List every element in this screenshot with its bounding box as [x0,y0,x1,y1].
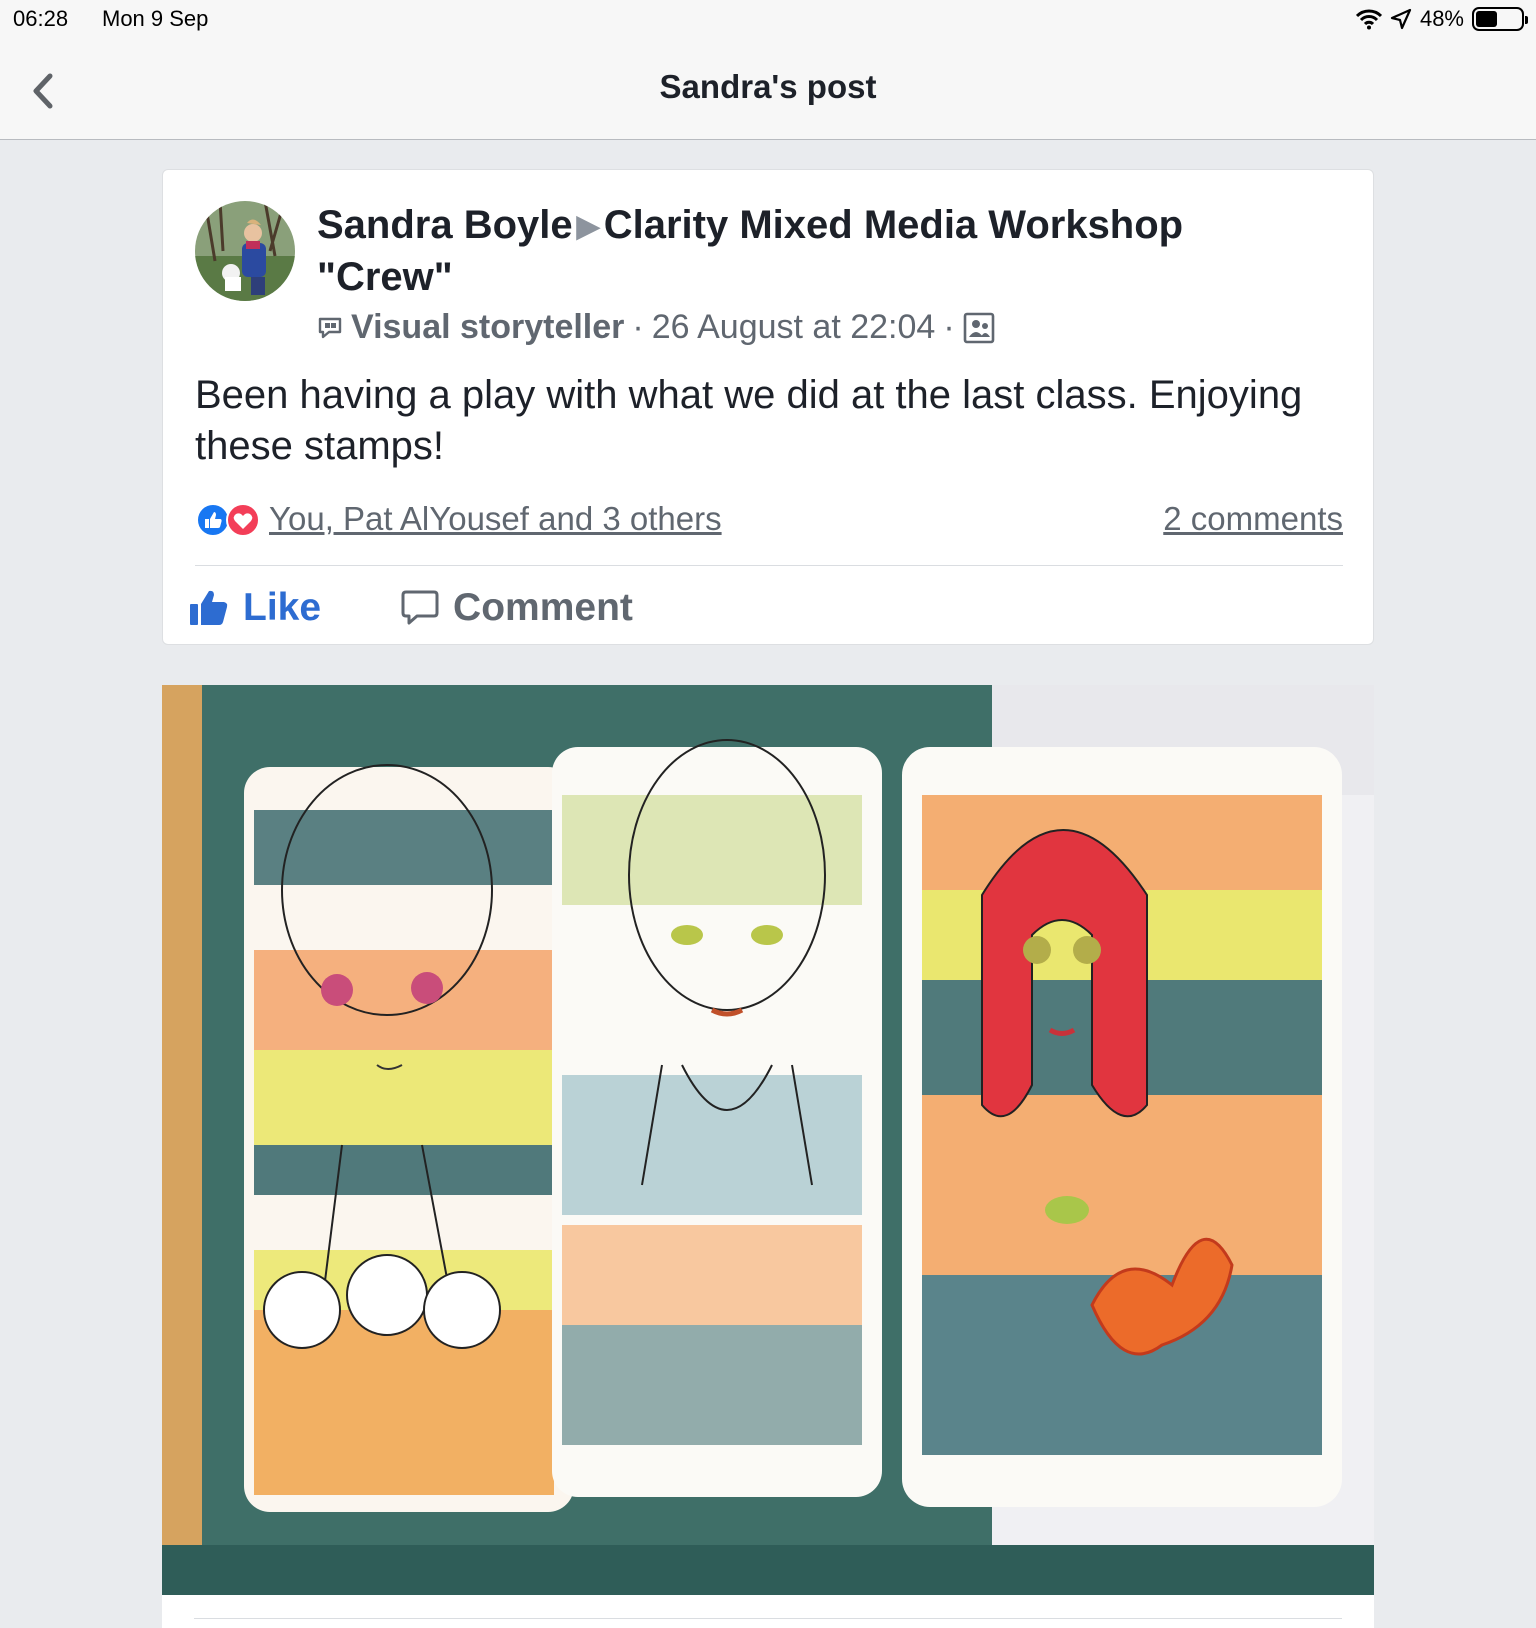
like-reaction-icon [196,503,230,537]
author-name[interactable]: Sandra Boyle [317,203,573,247]
location-arrow-icon [1390,8,1412,30]
divider [195,565,1343,566]
like-label: Like [243,586,322,629]
post-text: Been having a play with what we did at t… [195,373,1303,468]
badge-label[interactable]: Visual storyteller [351,308,624,347]
status-date: Mon 9 Sep [102,6,209,31]
post-photo[interactable] [162,685,1374,1595]
page-title: Sandra's post [659,68,877,105]
storyteller-badge-icon [318,317,342,338]
avatar-photo [195,201,295,301]
comment-bubble-icon [401,590,439,625]
reactions-summary: You, Pat AlYousef and 3 others 2 comment… [195,498,1343,542]
comment-label: Comment [453,586,633,629]
group-members-icon [963,312,994,343]
divider [194,1618,1342,1619]
thumbs-up-icon [190,590,228,625]
photo-footer [162,1595,1374,1628]
bookmark-artwork-image [162,685,1374,1595]
post-author-line: Sandra Boyle ▶ Clarity Mixed Media Worksho… [317,200,1327,302]
status-time: 06:28 [13,6,69,31]
comment-button[interactable]: Comment [401,586,633,630]
avatar[interactable] [195,201,295,301]
navigation-bar: Sandra's post [0,42,1536,140]
post-actions: Like Comment [189,580,713,636]
post-card: Sandra Boyle ▶ Clarity Mixed Media Worksho… [162,169,1374,645]
post-meta: Visual storyteller · 26 August at 22:04 … [317,308,995,347]
like-button[interactable]: Like [189,586,321,630]
share-arrow-icon: ▶ [576,210,600,243]
status-bar: 06:28 Mon 9 Sep 48% [0,0,1536,42]
battery-fill [1476,11,1498,27]
battery-icon [1472,7,1528,31]
comments-count[interactable]: 2 comments [1163,500,1343,538]
battery-percent: 48% [1419,6,1464,31]
post-timestamp[interactable]: 26 August at 22:04 [652,308,936,347]
status-right: 48% [1355,6,1528,32]
reaction-icons[interactable] [195,502,261,538]
meta-dot: · [943,308,955,346]
reactions-text[interactable]: You, Pat AlYousef and 3 others [269,500,722,538]
wifi-icon [1355,9,1382,30]
meta-dot: · [632,308,644,346]
love-reaction-icon [226,503,260,537]
